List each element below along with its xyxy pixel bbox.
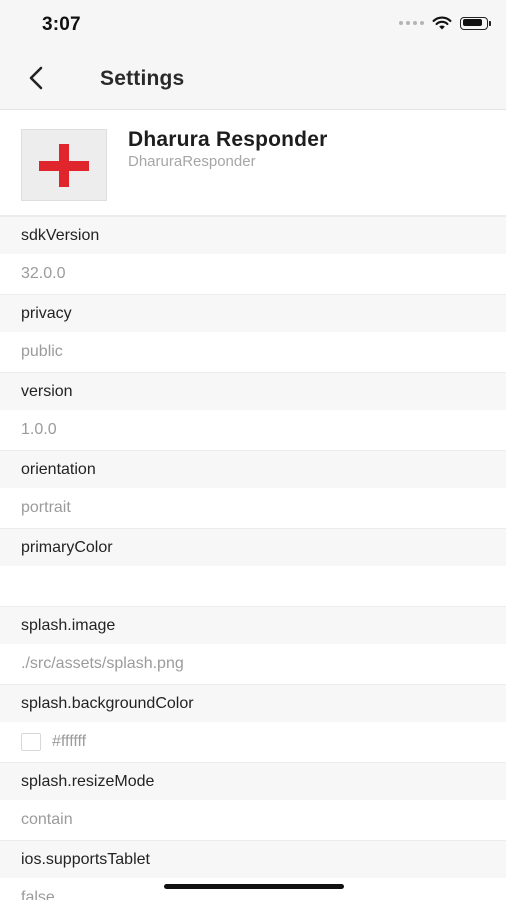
setting-key: splash.resizeMode	[0, 762, 506, 800]
home-indicator	[164, 884, 344, 889]
setting-value	[0, 566, 506, 606]
setting-privacy: privacy public	[0, 294, 506, 372]
setting-value: ./src/assets/splash.png	[0, 644, 506, 684]
status-bar: 3:07	[0, 0, 506, 50]
cellular-signal-icon	[399, 21, 424, 25]
setting-key: privacy	[0, 294, 506, 332]
setting-orientation: orientation portrait	[0, 450, 506, 528]
battery-level	[462, 19, 483, 26]
setting-value: public	[0, 332, 506, 372]
setting-value: portrait	[0, 488, 506, 528]
setting-key: version	[0, 372, 506, 410]
setting-key: sdkVersion	[0, 216, 506, 254]
setting-key: primaryColor	[0, 528, 506, 566]
setting-sdk-version: sdkVersion 32.0.0	[0, 216, 506, 294]
app-slug: DharuraResponder	[128, 153, 256, 170]
color-swatch	[21, 733, 41, 751]
page-title: Settings	[100, 67, 185, 90]
app-icon	[21, 129, 107, 201]
status-indicators	[399, 16, 491, 30]
setting-splash-background-color: splash.backgroundColor #ffffff	[0, 684, 506, 762]
battery-icon	[460, 16, 491, 30]
setting-value: false	[0, 878, 506, 900]
settings-list: sdkVersion 32.0.0 privacy public version…	[0, 216, 506, 900]
setting-key: splash.image	[0, 606, 506, 644]
back-button[interactable]	[18, 60, 54, 96]
setting-key: orientation	[0, 450, 506, 488]
setting-value: contain	[0, 800, 506, 840]
setting-value: #ffffff	[52, 733, 87, 750]
setting-version: version 1.0.0	[0, 372, 506, 450]
setting-ios-supports-tablet: ios.supportsTablet false	[0, 840, 506, 900]
app-name: Dharura Responder	[128, 128, 328, 151]
setting-splash-resize-mode: splash.resizeMode contain	[0, 762, 506, 840]
setting-value-row: #ffffff	[0, 722, 506, 762]
red-cross-icon	[39, 144, 89, 187]
navigation-bar: Settings	[0, 50, 506, 110]
status-time: 3:07	[42, 14, 81, 35]
app-header: Dharura Responder DharuraResponder	[0, 110, 506, 216]
setting-key: splash.backgroundColor	[0, 684, 506, 722]
wifi-icon	[432, 16, 452, 30]
setting-primary-color: primaryColor	[0, 528, 506, 606]
setting-value: 1.0.0	[0, 410, 506, 450]
chevron-left-icon	[29, 66, 43, 90]
setting-key: ios.supportsTablet	[0, 840, 506, 878]
setting-value: 32.0.0	[0, 254, 506, 294]
settings-screen: 3:07 Settings Dharura Responder DharuraR…	[0, 0, 506, 900]
setting-splash-image: splash.image ./src/assets/splash.png	[0, 606, 506, 684]
